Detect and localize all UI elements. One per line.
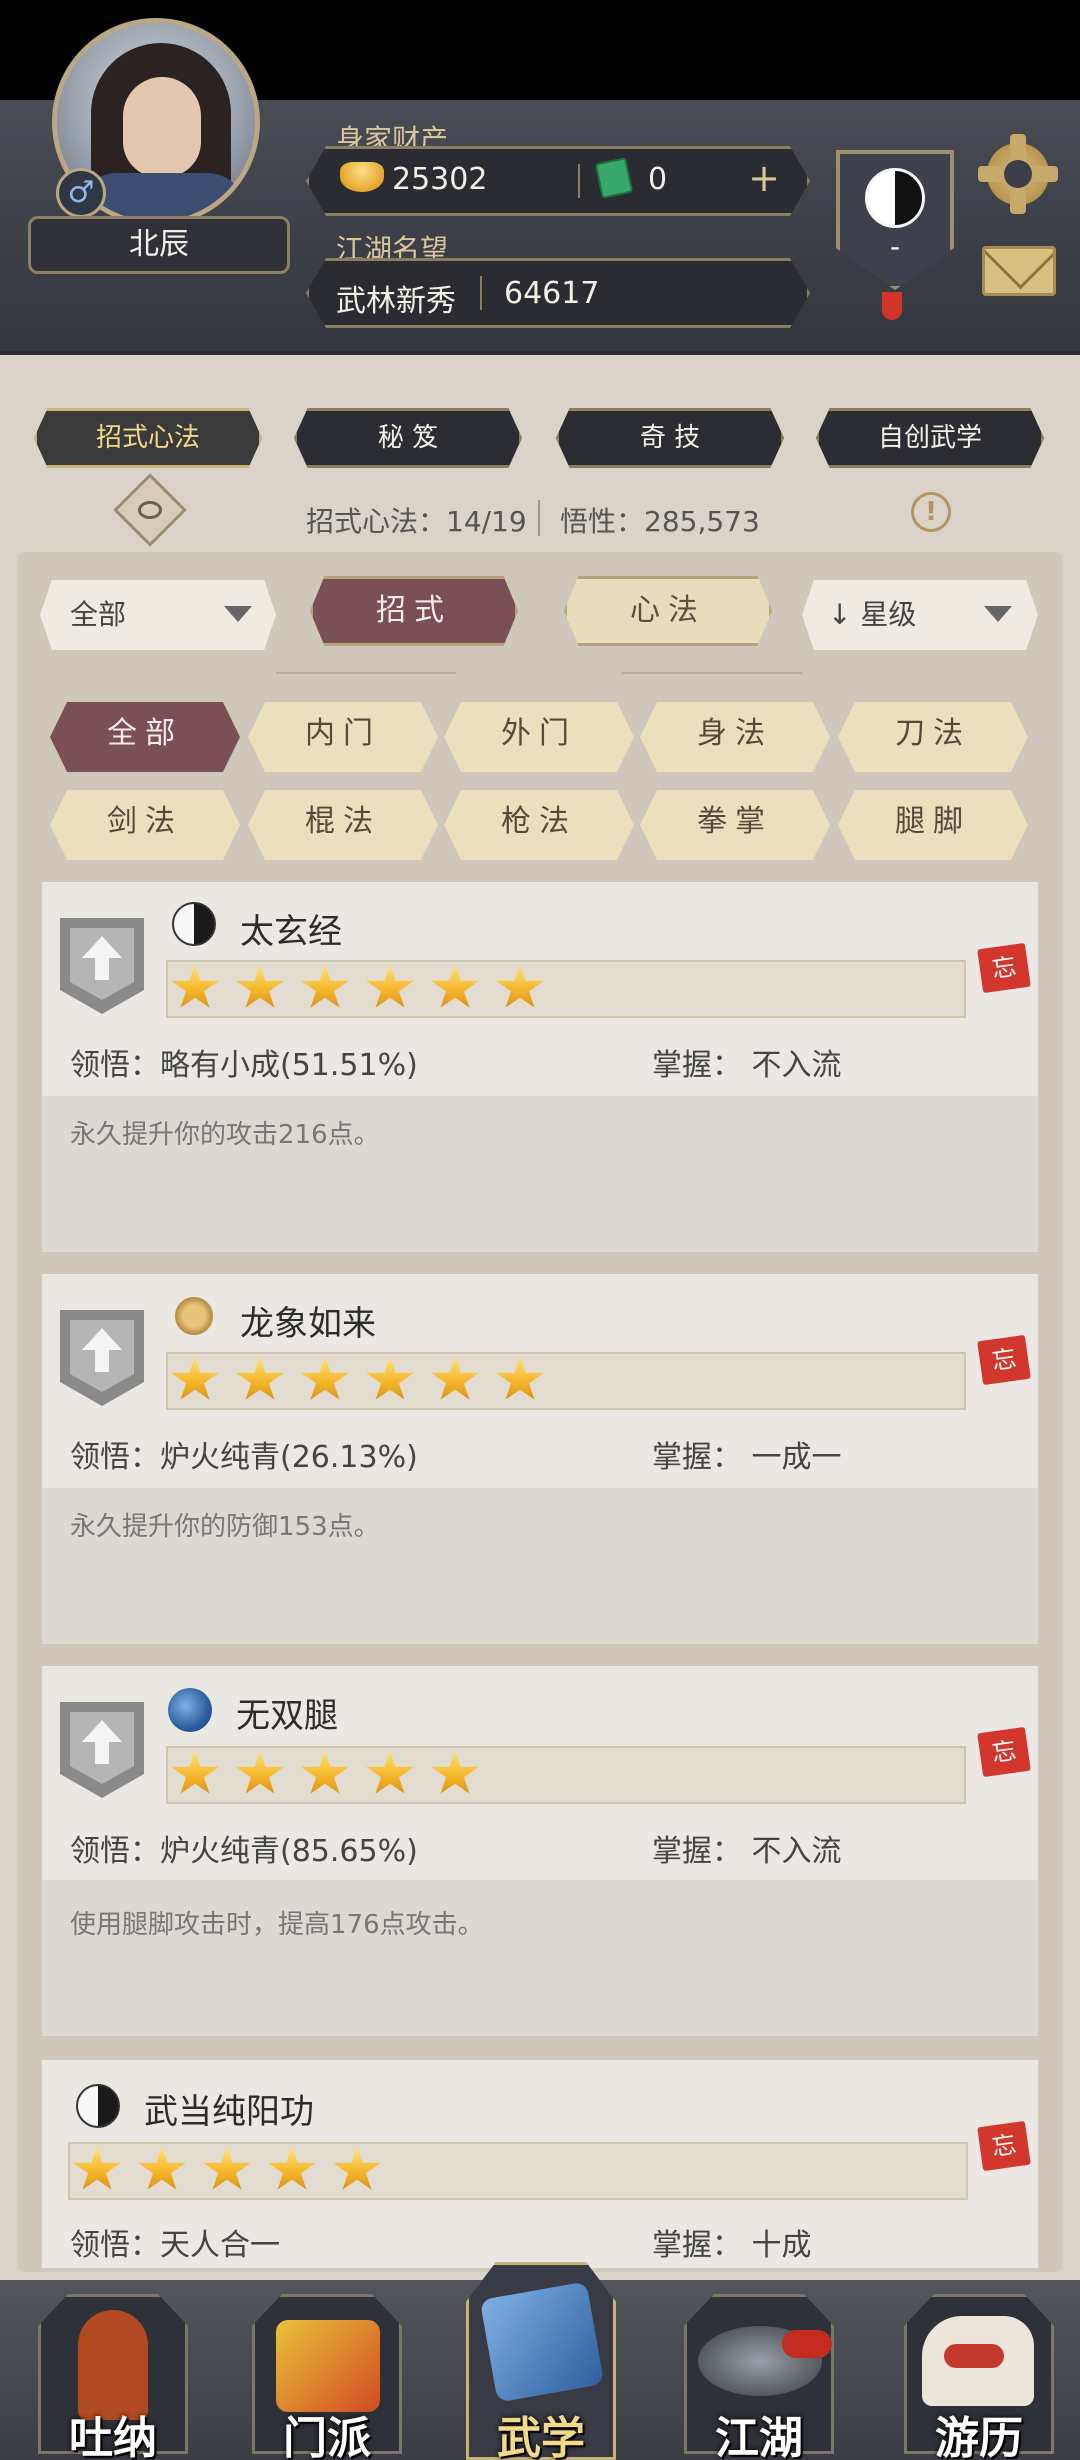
gold-ingot-icon — [340, 162, 384, 192]
forget-button[interactable]: 忘 — [977, 2120, 1031, 2172]
filter-movement[interactable]: 身法 — [640, 702, 830, 772]
filter-outer-school[interactable]: 外门 — [444, 702, 634, 772]
taiji-icon — [865, 168, 925, 228]
star-rating — [68, 2142, 968, 2200]
banner-text: - — [889, 230, 901, 263]
skills-count: 招式心法：14/19 — [306, 505, 527, 538]
skill-name: 无双腿 — [236, 1696, 338, 1736]
wave-icon — [168, 1688, 212, 1732]
fame-value: 64617 — [504, 276, 600, 311]
skill-description: 使用腿脚攻击时，提高176点攻击。 — [70, 1910, 484, 1940]
star-rating — [166, 1352, 966, 1410]
star-rating — [166, 1746, 966, 1804]
skill-description: 永久提升你的攻击216点。 — [70, 1120, 380, 1150]
tassel-icon — [882, 292, 902, 320]
skill-name: 武当纯阳功 — [144, 2092, 314, 2132]
mastery-level: 掌握： 一成一 — [652, 1440, 842, 1475]
horn-icon — [172, 1294, 216, 1338]
filter-kick[interactable]: 腿脚 — [838, 790, 1028, 860]
skill-name: 龙象如来 — [240, 1304, 376, 1344]
filter-staff[interactable]: 棍法 — [248, 790, 438, 860]
chevron-down-icon — [224, 606, 252, 622]
segment-mind[interactable]: 心法 — [564, 576, 772, 646]
taiji-icon — [76, 2084, 120, 2128]
forget-button[interactable]: 忘 — [977, 1726, 1031, 1778]
gold-amount: 25302 — [392, 162, 488, 197]
filter-fist[interactable]: 拳掌 — [640, 790, 830, 860]
eye-icon[interactable] — [113, 473, 187, 547]
forget-button[interactable]: 忘 — [977, 942, 1031, 994]
nav-label: 门派 — [283, 2413, 371, 2460]
skill-name: 太玄经 — [240, 912, 342, 952]
insight-progress: 领悟：炉火纯青(26.13%) — [70, 1440, 418, 1475]
nav-label: 游历 — [935, 2413, 1023, 2460]
segment-moves[interactable]: 招式 — [310, 576, 518, 646]
chevron-down-icon — [984, 606, 1012, 622]
filter-sword[interactable]: 剑法 — [50, 790, 240, 860]
tab-manuals[interactable]: 秘 笈 — [294, 408, 522, 468]
insight-progress: 领悟：炉火纯青(85.65%) — [70, 1834, 418, 1869]
mastery-level: 掌握： 十成 — [652, 2228, 812, 2263]
filter-all[interactable]: 全部 — [50, 702, 240, 772]
scroll-book-icon — [479, 2281, 605, 2403]
gender-male-icon: ♂ — [56, 168, 106, 218]
taiji-icon — [172, 902, 216, 946]
filter-saber[interactable]: 刀法 — [838, 702, 1028, 772]
mastery-level: 掌握： 不入流 — [652, 1834, 842, 1869]
insight-progress: 领悟：略有小成(51.51%) — [70, 1048, 418, 1083]
mail-icon[interactable] — [982, 246, 1056, 296]
mastery-level: 掌握： 不入流 — [652, 1048, 842, 1083]
tab-moves-mind[interactable]: 招式心法 — [34, 408, 262, 468]
nav-label: 吐纳 — [69, 2413, 157, 2460]
star-rating — [166, 960, 966, 1018]
ticket-amount: 0 — [648, 162, 668, 197]
tab-custom-martial[interactable]: 自创武学 — [816, 408, 1044, 468]
nav-label: 江湖 — [715, 2413, 803, 2460]
skill-description: 永久提升你的防御153点。 — [70, 1512, 380, 1542]
fame-title: 武林新秀 — [336, 284, 456, 319]
tab-special-skills[interactable]: 奇 技 — [556, 408, 784, 468]
filter-inner-school[interactable]: 内门 — [248, 702, 438, 772]
player-name[interactable]: 北辰 — [28, 216, 290, 274]
info-icon[interactable]: ! — [911, 492, 951, 532]
insight-total: 悟性：285,573 — [560, 505, 760, 538]
nav-label: 武学 — [497, 2413, 585, 2460]
sect-flag-icon — [276, 2320, 380, 2412]
filter-spear[interactable]: 枪法 — [444, 790, 634, 860]
insight-progress: 领悟：天人合一 — [70, 2228, 280, 2263]
add-currency-button[interactable]: + — [742, 158, 786, 202]
forget-button[interactable]: 忘 — [977, 1334, 1031, 1386]
